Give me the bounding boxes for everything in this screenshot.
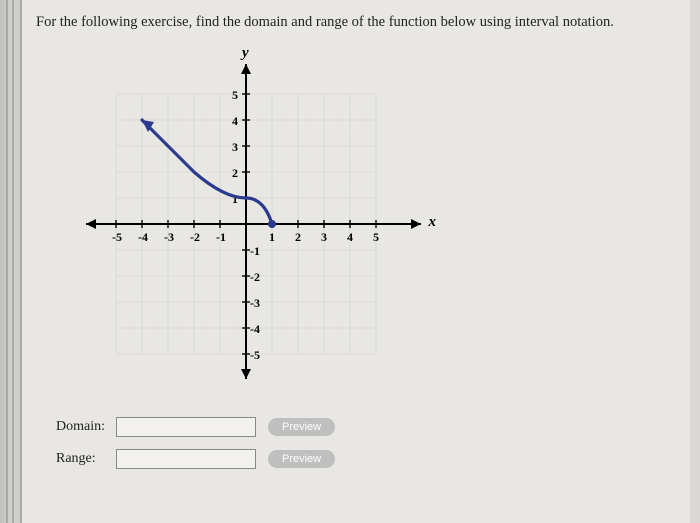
question-text: For the following exercise, find the dom…: [36, 10, 676, 31]
svg-text:1: 1: [269, 230, 275, 244]
svg-text:1: 1: [232, 192, 238, 206]
range-preview-button[interactable]: Preview: [268, 450, 335, 468]
svg-text:5: 5: [232, 88, 238, 102]
page: For the following exercise, find the dom…: [20, 0, 690, 523]
svg-text:3: 3: [321, 230, 327, 244]
svg-text:5: 5: [373, 230, 379, 244]
closed-endpoint: [268, 220, 276, 228]
domain-label: Domain:: [56, 419, 116, 435]
svg-text:2: 2: [232, 166, 238, 180]
chart-container: y x: [56, 49, 436, 389]
book-spine: [0, 0, 22, 523]
svg-text:2: 2: [295, 230, 301, 244]
svg-text:-4: -4: [138, 230, 148, 244]
range-input[interactable]: [116, 449, 256, 469]
svg-text:-2: -2: [190, 230, 200, 244]
domain-row: Domain: Preview: [56, 417, 676, 437]
x-axis-label: x: [429, 214, 437, 231]
svg-text:-1: -1: [250, 244, 260, 258]
svg-text:-3: -3: [250, 296, 260, 310]
svg-text:3: 3: [232, 140, 238, 154]
svg-text:4: 4: [232, 114, 238, 128]
svg-text:-5: -5: [112, 230, 122, 244]
svg-text:-2: -2: [250, 270, 260, 284]
svg-text:4: 4: [347, 230, 353, 244]
domain-input[interactable]: [116, 417, 256, 437]
y-axis-label: y: [242, 45, 249, 62]
svg-text:-3: -3: [164, 230, 174, 244]
domain-preview-button[interactable]: Preview: [268, 418, 335, 436]
svg-text:-5: -5: [250, 348, 260, 362]
svg-text:-4: -4: [250, 322, 260, 336]
svg-text:-1: -1: [216, 230, 226, 244]
function-plot: -5 -4 -3 -2 -1 1 2 3 4 5 5 4 3 2 1 -1 -2 -3 -4 -5: [56, 49, 436, 389]
range-label: Range:: [56, 451, 116, 467]
range-row: Range: Preview: [56, 449, 676, 469]
